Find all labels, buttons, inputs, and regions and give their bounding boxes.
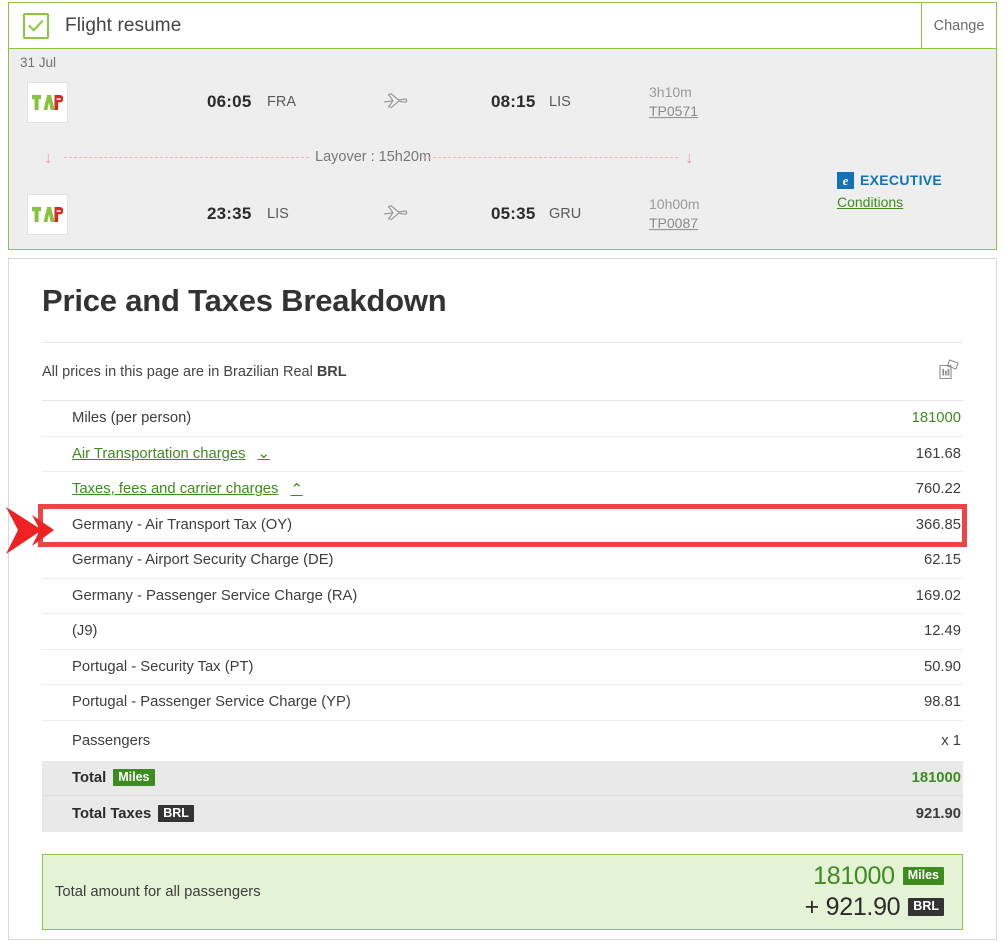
total-miles-label-group: Total Miles (72, 769, 155, 787)
segment-2-duration: 10h00m (649, 196, 700, 213)
total-taxes-row: Total Taxes BRL 921.90 (42, 796, 963, 832)
flight-resume-header-left: Flight resume (9, 3, 921, 48)
segment-1-arrival-code: LIS (549, 94, 571, 110)
miles-badge: Miles (113, 769, 155, 787)
segment-1-flight-number[interactable]: TP0571 (649, 102, 698, 121)
row-label-text: Air Transportation charges (72, 445, 246, 462)
segment-1-arrival-time: 08:15 (491, 92, 536, 111)
flight-resume-header: Flight resume Change (9, 3, 996, 49)
row-value: 181000 (911, 410, 961, 427)
segment-1-departure-time: 06:05 (207, 92, 252, 111)
total-taxes-label: Total Taxes (72, 805, 152, 822)
row-value: 98.81 (923, 694, 961, 711)
segment-2-departure-code: LIS (267, 206, 289, 222)
table-row: Miles (per person) 181000 (42, 401, 963, 437)
airplane-icon (381, 89, 411, 116)
page-root: Flight resume Change 31 Jul 06:05 FRA 08… (0, 0, 1005, 942)
layover-arrow-right-icon: ↓ (685, 147, 694, 167)
price-breakdown-card: Price and Taxes Breakdown All prices in … (8, 258, 997, 940)
flight-resume-body: 31 Jul 06:05 FRA 08:15 LIS 3h10m TP0571 … (9, 49, 996, 249)
row-label-link[interactable]: Air Transportation charges ⌄ (72, 445, 270, 463)
segment-2-flight-number[interactable]: TP0087 (649, 214, 700, 233)
cabin-class-row: e EXECUTIVE (837, 171, 942, 191)
layover-dashed-line-right (423, 156, 678, 158)
flight-date-label: 31 Jul (20, 55, 57, 70)
layover-arrow-left-icon: ↓ (44, 147, 53, 167)
row-label-link[interactable]: Taxes, fees and carrier charges ⌃ (72, 481, 303, 498)
grand-total-cash-value: + 921.90 (804, 893, 901, 921)
flight-resume-title: Flight resume (65, 14, 182, 36)
flight-segment-1: 06:05 FRA 08:15 LIS 3h10m TP0571 (9, 79, 996, 125)
row-value: 62.15 (923, 552, 961, 569)
brl-badge: BRL (158, 805, 194, 823)
row-label: Portugal - Passenger Service Charge (YP) (72, 694, 351, 711)
table-row: Germany - Airport Security Charge (DE) 6… (42, 543, 963, 579)
row-label-text: Taxes, fees and carrier charges (72, 481, 279, 498)
currency-note: All prices in this page are in Brazilian… (42, 364, 347, 380)
grand-total-miles-line: 181000 Miles (805, 861, 944, 890)
banknotes-icon (933, 354, 963, 389)
table-row: Portugal - Security Tax (PT) 50.90 (42, 650, 963, 685)
brl-badge: BRL (908, 898, 944, 916)
tap-airline-logo-icon (27, 81, 68, 123)
tax-row-germany-air-transport-tax: Germany - Air Transport Tax (OY) 366.85 (38, 503, 967, 547)
flight-segment-2: 23:35 LIS 05:35 GRU 10h00m TP0087 (9, 191, 996, 237)
table-row: (J9) 12.49 (42, 614, 963, 650)
table-row: Portugal - Passenger Service Charge (YP)… (42, 685, 963, 721)
row-label: Germany - Passenger Service Charge (RA) (72, 587, 358, 604)
segment-1-departure-code: FRA (267, 94, 296, 110)
row-value: 366.85 (915, 516, 961, 533)
total-taxes-value: 921.90 (915, 805, 961, 822)
flight-resume-card: Flight resume Change 31 Jul 06:05 FRA 08… (8, 2, 997, 250)
segment-1-duration: 3h10m (649, 84, 692, 101)
grand-total-label: Total amount for all passengers (55, 883, 261, 900)
row-value: 161.68 (915, 445, 961, 462)
miles-badge: Miles (902, 867, 944, 885)
row-value: 12.49 (923, 623, 961, 640)
total-miles-row: Total Miles 181000 (42, 760, 963, 796)
total-taxes-label-group: Total Taxes BRL (72, 805, 194, 823)
segment-2-arrival-time: 05:35 (491, 204, 536, 223)
currency-note-prefix: All prices in this page are in Brazilian… (42, 363, 317, 380)
cabin-class-label: EXECUTIVE (860, 172, 943, 188)
grand-total-miles-value: 181000 (813, 861, 895, 890)
grand-total-box: Total amount for all passengers 181000 M… (42, 853, 963, 930)
page-title: Price and Taxes Breakdown (42, 283, 447, 318)
row-label: (J9) (72, 623, 98, 640)
segment-2-meta: 10h00m TP0087 (649, 195, 700, 233)
row-label: Germany - Airport Security Charge (DE) (72, 552, 334, 569)
check-icon (28, 19, 44, 33)
chevron-up-icon[interactable]: ⌃ (290, 481, 302, 498)
flight-selected-checkbox[interactable] (23, 12, 49, 39)
grand-total-values: 181000 Miles + 921.90 BRL (805, 861, 944, 920)
currency-note-row: All prices in this page are in Brazilian… (42, 342, 963, 400)
passengers-label: Passengers (72, 732, 151, 749)
row-label: Portugal - Security Tax (PT) (72, 658, 254, 675)
layover-dashed-line-left (64, 156, 309, 158)
segment-1-meta: 3h10m TP0571 (649, 83, 698, 121)
currency-code: BRL (316, 363, 347, 380)
row-value: 50.90 (923, 658, 961, 675)
air-transportation-charges-row[interactable]: Air Transportation charges ⌄ 161.68 (42, 437, 963, 472)
passengers-count: x 1 (941, 732, 961, 749)
layover-label: Layover : 15h20m (315, 149, 432, 165)
executive-e-icon: e (837, 172, 854, 190)
segment-2-arrival-code: GRU (549, 206, 582, 222)
total-miles-value: 181000 (911, 769, 961, 786)
grand-total-cash-line: + 921.90 BRL (805, 894, 944, 920)
change-flight-button[interactable]: Change (921, 3, 996, 48)
row-label: Miles (per person) (72, 410, 192, 427)
row-value: 760.22 (915, 481, 961, 498)
segment-2-departure-time: 23:35 (207, 204, 252, 223)
chevron-down-icon[interactable]: ⌄ (258, 445, 270, 462)
total-miles-label: Total (72, 769, 107, 786)
row-value: 169.02 (915, 587, 961, 604)
tap-airline-logo-icon (27, 193, 68, 235)
row-label: Germany - Air Transport Tax (OY) (72, 516, 293, 533)
passengers-row: Passengers x 1 (42, 721, 963, 761)
breakdown-rows: Miles (per person) 181000 Air Transporta… (38, 400, 967, 832)
table-row: Germany - Passenger Service Charge (RA) … (42, 579, 963, 614)
airplane-icon (381, 201, 411, 228)
taxes-fees-carrier-charges-row[interactable]: Taxes, fees and carrier charges ⌃ 760.22 (42, 472, 963, 508)
